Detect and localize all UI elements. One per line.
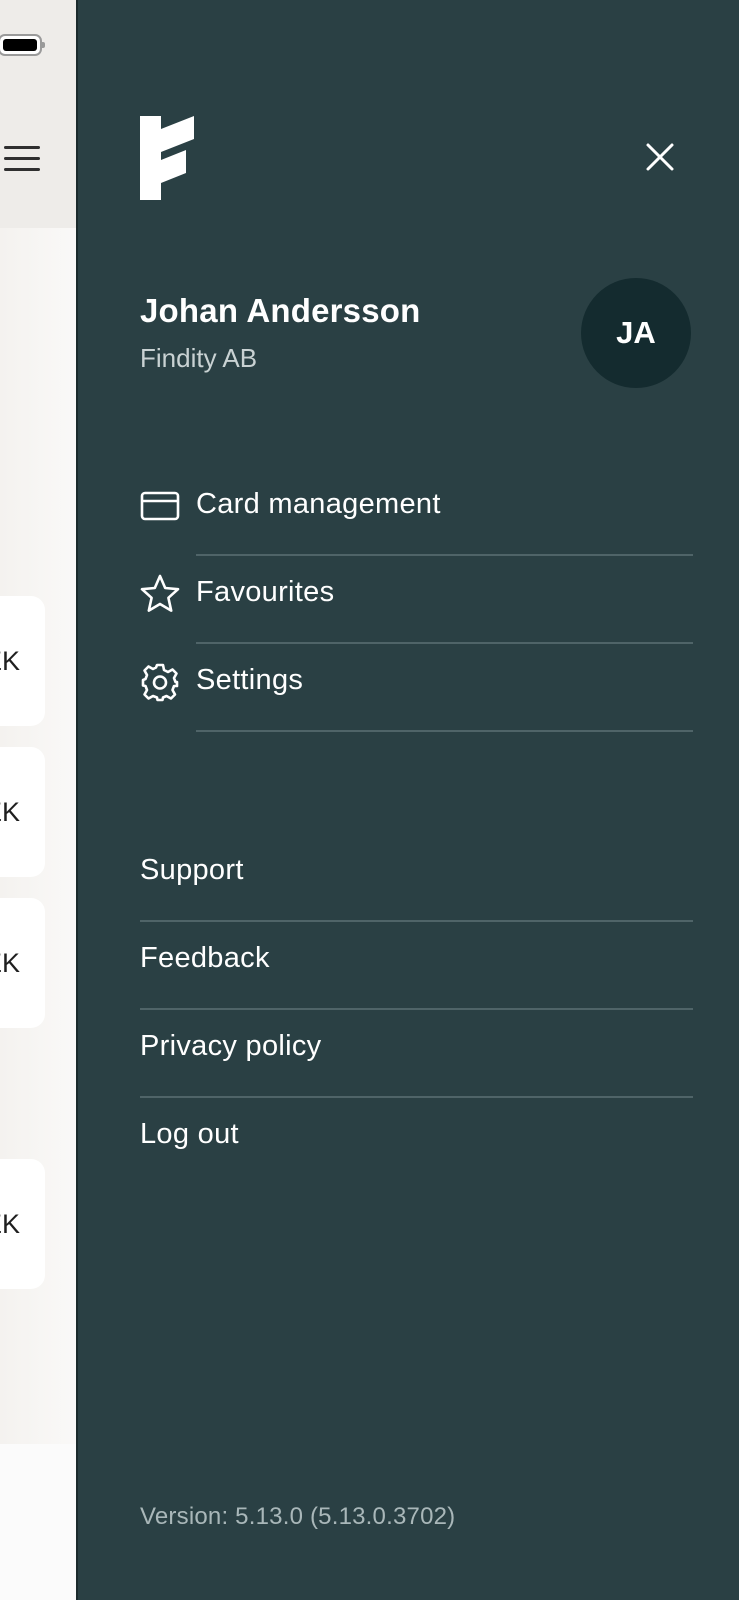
link-label: Log out: [140, 1118, 239, 1150]
star-icon: [140, 574, 180, 612]
expense-amount-fragment: EK: [0, 947, 20, 978]
background-app-footer: [0, 1444, 78, 1600]
link-support[interactable]: Support: [140, 834, 693, 922]
expense-card[interactable]: EK: [0, 747, 45, 877]
credit-card-icon: [140, 491, 180, 521]
expense-card[interactable]: EK: [0, 1159, 45, 1289]
link-label: Support: [140, 854, 244, 886]
expense-amount-fragment: EK: [0, 796, 20, 827]
link-log-out[interactable]: Log out: [140, 1098, 693, 1186]
link-label: Privacy policy: [140, 1030, 322, 1062]
link-privacy-policy[interactable]: Privacy policy: [140, 1010, 693, 1098]
navigation-drawer: Johan Andersson Findity AB JA Card manag…: [78, 0, 739, 1600]
close-icon[interactable]: [640, 137, 680, 177]
divider: [196, 730, 693, 732]
expense-card[interactable]: EK: [0, 596, 45, 726]
findity-logo-icon: [140, 116, 194, 200]
menu-item-label: Favourites: [196, 576, 335, 608]
avatar-initials: JA: [616, 315, 656, 350]
background-app-header: [0, 0, 78, 228]
menu-item-label: Card management: [196, 488, 441, 520]
menu-item-card-management[interactable]: Card management: [140, 468, 693, 556]
link-feedback[interactable]: Feedback: [140, 922, 693, 1010]
company-name: Findity AB: [140, 343, 258, 373]
link-label: Feedback: [140, 942, 270, 974]
expense-card[interactable]: EK: [0, 898, 45, 1028]
background-app: EK EK EK EK: [0, 0, 78, 1600]
menu-item-settings[interactable]: Settings: [140, 644, 693, 732]
expense-amount-fragment: EK: [0, 1208, 20, 1239]
user-name: Johan Andersson: [140, 292, 421, 329]
menu-item-favourites[interactable]: Favourites: [140, 556, 693, 644]
menu-item-label: Settings: [196, 664, 304, 696]
battery-icon: [0, 34, 45, 56]
hamburger-menu-icon[interactable]: [4, 146, 40, 172]
expense-amount-fragment: EK: [0, 645, 20, 676]
avatar[interactable]: JA: [581, 278, 691, 388]
app-version: Version: 5.13.0 (5.13.0.3702): [140, 1503, 456, 1530]
gear-icon: [141, 663, 179, 702]
